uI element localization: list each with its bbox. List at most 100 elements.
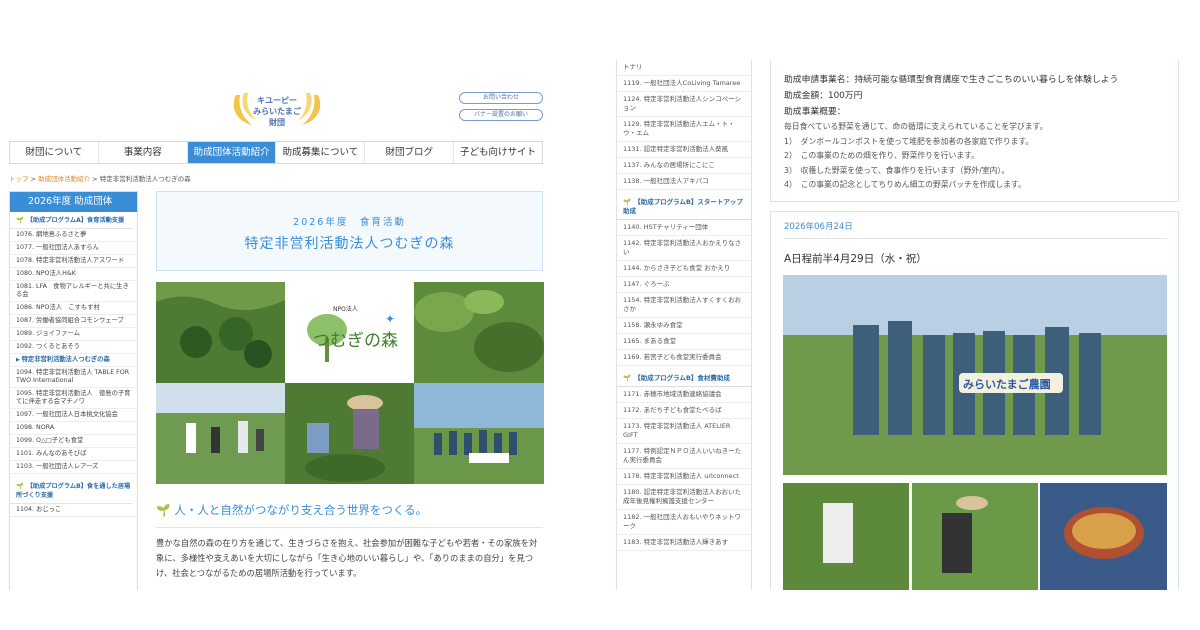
sidebar-grantee-link[interactable]: 1144. からさき子ども食堂 おかえり [617,261,751,277]
post-title: A日程前半4月29日（水・祝） [784,253,927,265]
sidebar-grantee-link[interactable]: 1129. 特定非営利活動法人エム・ト・ウ・エム [617,117,751,142]
sidebar-grantee-link[interactable]: 特定非営利活動法人つむぎの森 [10,354,137,367]
program-year: 2026年度 食育活動 [293,217,406,228]
sidebar-grantee-link[interactable]: 1142. 特定非営利活動法人おかえりなさい [617,236,751,261]
overview-intro: 毎日食べている野菜を通じて、命の循環に支えられていることを学びます。 [784,122,1048,131]
sprout-icon: 🌱 [623,374,632,382]
breadcrumb: トップ > 助成団体活動紹介 > 特定非営利活動法人つむぎの森 [9,175,191,183]
project-name: 助成申請事業名：持続可能な循環型食育講座で生きごこちのいい暮らしを体験しよう [784,75,1119,85]
center-logo-tile: NPO法人 つむぎの森 ✦ [285,282,414,383]
photo-cooking [1040,483,1168,590]
sidebar-grantee-link[interactable]: 1131. 認定特定非営利活動法人葵風 [617,142,751,158]
sidebar-grantee-link[interactable]: 1077. 一般社団法人あすらん [10,242,137,255]
org-tagline: 🌱 人・人と自然がつながり支え合う世界をつくる。 [156,502,543,528]
overview-step: 4） この事業の記念としてちりめん細工の野菜パッチを作成します。 [784,180,1026,189]
photo-planting [911,483,1039,590]
sidebar-grantee-link[interactable]: 1171. 赤穂市地域活動連絡協議会 [617,387,751,403]
overview-label: 助成事業概要： [784,107,846,117]
sidebar-grantee-link[interactable]: 1172. あだち子ども食堂たべるば [617,403,751,419]
sidebar-grantee-link[interactable]: 1087. 労働者協同組合コモンウェーブ [10,315,137,328]
sidebar-grantee-link[interactable]: 1119. 一般社団法人CoLiving Tamaree [617,76,751,92]
sidebar-program-b: 🌱 【助成プログラムB】食を通した居場所づくり支援 [10,478,133,504]
grant-detail: 助成申請事業名：持続可能な循環型食育講座で生きごこちのいい暮らしを体験しよう 助… [770,60,1181,590]
nav-about[interactable]: 財団について [10,142,99,163]
grantee-sidebar-continued: トナリ 1119. 一般社団法人CoLiving Tamaree 1124. 特定非… [616,60,752,590]
foundation-logo[interactable]: キユーピー みらいたまご 財団 [228,87,326,133]
sidebar-grantee-link[interactable]: 1078. 特定非営利活動法人アスワード [10,255,137,268]
overview-step: 2） この事業のための畑を作り、野菜作りを行います。 [784,151,979,160]
sidebar-grantee-link[interactable]: 1154. 特定非営利活動法人すくすくおおさか [617,293,751,318]
sidebar-grantee-link[interactable]: 1182. 一般社団法人おもいやりネットワーク [617,510,751,535]
sprout-icon: 🌱 [16,217,24,224]
sidebar-grantee-link[interactable]: 1095. 特定非営利活動法人 徳島の子育てに伴走する会マチノワ [10,388,137,409]
sidebar-grantee-link[interactable]: 1092. つくるとあそう [10,341,137,354]
sidebar-grantee-link[interactable]: 1099. O△□子ども食堂 [10,435,137,448]
activity-report: 2026年06月24日 A日程前半4月29日（水・祝） みらいたまご農園 [770,211,1179,590]
grant-amount: 助成金額：100万円 [784,91,863,101]
sidebar-grantee-link[interactable]: トナリ [617,60,751,76]
photo-group-outdoor [414,383,544,484]
photo-green-plants [414,282,544,383]
sidebar-grantee-link[interactable]: 1178. 特定非営利活動法人 urlconnect [617,469,751,485]
sidebar-grantee-link[interactable]: 1101. みんなのあそびば [10,448,137,461]
post-date: 2026年06月24日 [784,220,1167,239]
logo-text: キユーピー みらいたまご 財団 [253,96,301,127]
sidebar-grantee-link[interactable]: 1138. 一般社団法人アキパコ [617,174,751,190]
sidebar-grantee-link[interactable]: 1169. 若宮子ども食堂実行委員会 [617,350,751,366]
grantee-sidebar: 2026年度 助成団体 🌱 【助成プログラムA】食育活動支援 1076. 網地島ふ… [9,191,138,590]
group-photo: みらいたまご農園 [783,275,1167,475]
org-title-box: 2026年度 食育活動 特定非営利活動法人つむぎの森 [156,191,543,271]
org-name: 特定非営利活動法人つむぎの森 [244,236,455,252]
logo-small-text: NPO法人 [333,306,358,313]
sidebar-grantee-link[interactable]: 1183. 特定非営利活動法人輝きあす [617,535,751,551]
sidebar-grantee-link[interactable]: 1173. 特定非営利活動法人 ATELIER GIFT [617,419,751,444]
sidebar-grantee-link[interactable]: 1081. LFA 食物アレルギーと共に生きる会 [10,281,137,302]
sidebar-grantee-link[interactable]: 1177. 特例認定ＮＰＯ法人いいねきーたん実行委員会 [617,444,751,469]
right-page-screenshot: トナリ 1119. 一般社団法人CoLiving Tamaree 1124. 特定非… [600,60,1200,590]
photo-collage: NPO法人 つむぎの森 ✦ [156,282,544,484]
sidebar-grantee-link[interactable]: 1137. みんなの居場所にこにこ [617,158,751,174]
sidebar-grantee-link[interactable]: 1094. 特定非営利活動法人 TABLE FOR TWO Internatio… [10,367,137,388]
overview-step: 1） ダンボールコンポストを使って堆肥を参加者の各家庭で作ります。 [784,136,1034,146]
sidebar-heading: 2026年度 助成団体 [10,192,137,212]
nav-grantees[interactable]: 助成団体活動紹介 [187,142,277,163]
breadcrumb-section[interactable]: 助成団体活動紹介 [38,175,90,183]
photo-harvesting [285,383,414,484]
left-page-screenshot: キユーピー みらいたまご 財団 お問い合わせ バナー設置のお願い 財団について … [0,60,555,590]
photo-kids-in-field [156,383,285,484]
logo-main-text: つむぎの森 [313,331,398,351]
sidebar-grantee-link[interactable]: 1165. まある食堂 [617,334,751,350]
sidebar-grantee-link[interactable]: 1086. NPO法人 こすもす村 [10,302,137,315]
org-description: 豊かな自然の森の在り方を通じて、生きづらさを抱え、社会参加が困難な子どもや若者・… [156,538,538,578]
sprout-icon: 🌱 [623,198,632,206]
sidebar-grantee-link[interactable]: 1080. NPO法人H&K [10,268,137,281]
sidebar-grantee-link[interactable]: 1104. おじっこ [10,504,137,517]
sidebar-grantee-link[interactable]: 1158. 瀬永ゆみ食堂 [617,318,751,334]
sidebar-grantee-link[interactable]: 1076. 網地島ふるさと夢 [10,229,137,242]
sidebar-grantee-link[interactable]: 1098. NORA [10,422,137,435]
sidebar-program-b-startup: 🌱 【助成プログラムB】スタートアップ助成 [617,190,751,220]
sidebar-grantee-link[interactable]: 1147. ぐろーぶ [617,277,751,293]
breadcrumb-current: 特定非営利活動法人つむぎの森 [99,175,191,183]
nav-business[interactable]: 事業内容 [99,142,188,163]
sprout-icon: 🌱 [156,503,171,517]
sidebar-grantee-link[interactable]: 1097. 一般社団法人日本桃文化協会 [10,409,137,422]
global-nav: 財団について 事業内容 助成団体活動紹介 助成募集について 財団ブログ 子ども向… [9,141,543,164]
butterfly-icon: ✦ [385,312,396,326]
sidebar-grantee-link[interactable]: 1180. 認定特定非営利活動法人おおいた成年後見権利擁護支援センター [617,485,751,510]
breadcrumb-home[interactable]: トップ [9,175,29,183]
contact-button[interactable]: お問い合わせ [459,92,543,104]
photo-kids-harvesting [783,483,910,590]
nav-blog[interactable]: 財団ブログ [365,142,455,163]
banner-request-button[interactable]: バナー設置のお願い [459,109,543,121]
sidebar-grantee-link[interactable]: 1103. 一般社団法人レアーズ [10,461,137,474]
sidebar-program-b-food: 🌱 【助成プログラムB】食材費助成 [617,366,751,387]
grant-summary: 助成申請事業名：持続可能な循環型食育講座で生きごこちのいい暮らしを体験しよう 助… [770,60,1179,202]
farm-banner: みらいたまご農園 [963,378,1051,391]
nav-grant-call[interactable]: 助成募集について [276,142,366,163]
nav-kids-site[interactable]: 子ども向けサイト [454,142,542,163]
sidebar-grantee-link[interactable]: 1124. 特定非営利活動法人シンコペーション [617,92,751,117]
sidebar-grantee-link[interactable]: 1089. ジョイファーム [10,328,137,341]
sidebar-grantee-link[interactable]: 1140. HSTチャリティー団体 [617,220,751,236]
photo-watermelons [156,282,285,383]
